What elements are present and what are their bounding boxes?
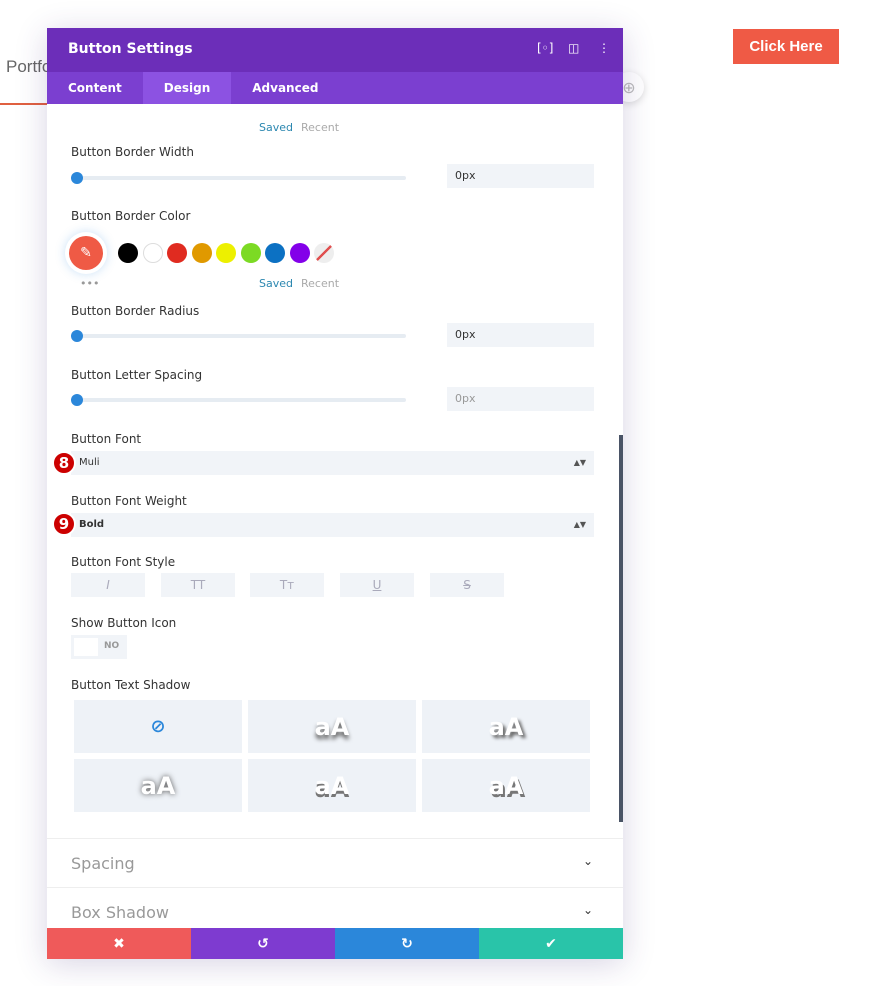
- color-swatch[interactable]: [216, 243, 236, 263]
- tab-content[interactable]: Content: [47, 72, 143, 104]
- more-icon[interactable]: •••: [80, 277, 99, 290]
- no-shadow-icon[interactable]: ⊘: [74, 700, 242, 753]
- select-arrows-icon: ▲▼: [573, 458, 586, 467]
- undo-button[interactable]: ↺: [191, 928, 335, 959]
- toggle-state: NO: [104, 641, 120, 651]
- border-radius-label: Button Border Radius: [71, 304, 200, 318]
- font-value: Muli: [79, 457, 100, 468]
- border-radius-input[interactable]: 0px: [447, 323, 594, 347]
- letter-spacing-slider[interactable]: [71, 394, 406, 406]
- text-shadow-label: Button Text Shadow: [71, 678, 191, 692]
- border-width-label: Button Border Width: [71, 145, 194, 159]
- cancel-button[interactable]: ✖: [47, 928, 191, 959]
- slider-handle[interactable]: [71, 394, 83, 406]
- font-weight-label: Button Font Weight: [71, 494, 187, 508]
- chevron-down-icon: ⌄: [582, 854, 593, 868]
- text-shadow-preset[interactable]: aA: [74, 759, 242, 812]
- eyedropper-icon[interactable]: ✎: [69, 236, 103, 270]
- section-title: Box Shadow: [71, 903, 169, 922]
- color-swatch[interactable]: [167, 243, 187, 263]
- strikethrough-button[interactable]: S: [430, 573, 504, 597]
- font-label: Button Font: [71, 432, 142, 446]
- text-shadow-preset[interactable]: aA: [248, 700, 416, 753]
- color-swatch[interactable]: [289, 243, 310, 263]
- step-badge: 8: [52, 451, 76, 475]
- color-swatch[interactable]: [265, 243, 285, 263]
- select-arrows-icon: ▲▼: [573, 520, 586, 529]
- save-button[interactable]: ✔: [479, 928, 623, 959]
- tab-bar: Content Design Advanced: [47, 72, 623, 104]
- panel-title: Button Settings: [68, 41, 193, 57]
- section-spacing[interactable]: Spacing ⌄: [47, 838, 623, 887]
- slider-handle[interactable]: [71, 330, 83, 342]
- step-badge: 9: [52, 512, 76, 536]
- border-radius-slider[interactable]: [71, 330, 406, 342]
- footer-actions: ✖ ↺ ↻ ✔: [47, 928, 623, 959]
- redo-button[interactable]: ↻: [335, 928, 479, 959]
- scrollbar[interactable]: [619, 435, 623, 822]
- no-color-swatch[interactable]: [314, 243, 334, 263]
- font-style-label: Button Font Style: [71, 555, 176, 569]
- font-weight-value: Bold: [79, 519, 105, 530]
- recent-colors-tab[interactable]: Recent: [301, 121, 339, 134]
- saved-colors-tab[interactable]: Saved: [259, 277, 293, 290]
- border-width-input[interactable]: 0px: [447, 164, 594, 188]
- click-here-button[interactable]: Click Here: [733, 29, 839, 64]
- tab-advanced[interactable]: Advanced: [231, 72, 339, 104]
- text-shadow-preset[interactable]: aA: [422, 759, 590, 812]
- underline-button[interactable]: U: [340, 573, 414, 597]
- slider-handle[interactable]: [71, 172, 83, 184]
- chevron-down-icon: ⌄: [582, 903, 593, 917]
- smallcaps-button[interactable]: Tт: [250, 573, 324, 597]
- show-icon-label: Show Button Icon: [71, 616, 177, 630]
- color-swatch[interactable]: [118, 243, 138, 263]
- color-swatch[interactable]: [142, 243, 163, 263]
- background-text: Portfo: [6, 57, 52, 76]
- fullscreen-icon[interactable]: [◦]: [537, 41, 553, 55]
- letter-spacing-input[interactable]: 0px: [447, 387, 594, 411]
- section-title: Spacing: [71, 854, 135, 873]
- split-view-icon[interactable]: ◫: [568, 41, 579, 55]
- font-select[interactable]: Muli ▲▼: [71, 451, 594, 475]
- recent-colors-tab[interactable]: Recent: [301, 277, 339, 290]
- border-color-label: Button Border Color: [71, 209, 191, 223]
- font-weight-select[interactable]: Bold ▲▼: [71, 513, 594, 537]
- saved-colors-tab[interactable]: Saved: [259, 121, 293, 134]
- border-width-slider[interactable]: [71, 172, 406, 184]
- text-shadow-preset[interactable]: aA: [422, 700, 590, 753]
- text-shadow-preset[interactable]: aA: [248, 759, 416, 812]
- uppercase-button[interactable]: TT: [161, 573, 235, 597]
- show-icon-toggle[interactable]: NO: [71, 635, 127, 659]
- toggle-knob: [74, 638, 98, 656]
- color-swatch[interactable]: [240, 243, 261, 263]
- panel-header: Button Settings [◦] ◫ ⋮: [47, 28, 623, 72]
- color-swatch[interactable]: [191, 243, 212, 263]
- tab-design[interactable]: Design: [142, 72, 232, 104]
- button-settings-panel: Button Settings [◦] ◫ ⋮ Content Design A…: [47, 28, 623, 959]
- italic-button[interactable]: I: [71, 573, 145, 597]
- more-options-icon[interactable]: ⋮: [598, 41, 610, 55]
- letter-spacing-label: Button Letter Spacing: [71, 368, 203, 382]
